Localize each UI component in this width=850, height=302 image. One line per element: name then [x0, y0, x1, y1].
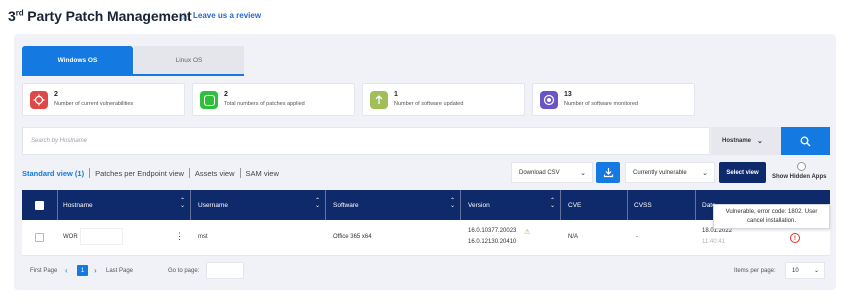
card-label: Total numbers of patches applied	[224, 101, 305, 107]
sort-icon[interactable]: ⌃ ⌄	[550, 198, 555, 209]
tab-underline	[22, 74, 244, 76]
download-button[interactable]	[596, 162, 620, 183]
column-divider	[695, 190, 696, 220]
column-header-software[interactable]: Software	[333, 190, 359, 220]
chevron-down-icon: ⌄	[580, 169, 586, 177]
cell-cvss: -	[636, 234, 638, 240]
column-divider	[190, 190, 191, 220]
card-software-updated: 1 Number of software updated	[362, 83, 525, 116]
row-checkbox[interactable]	[35, 233, 44, 242]
chevron-down-icon: ⌄	[702, 169, 708, 177]
search-button[interactable]	[781, 127, 830, 155]
items-per-page-select[interactable]: 10 ⌄	[785, 262, 825, 279]
sort-icon[interactable]: ⌃ ⌄	[180, 198, 185, 209]
cell-hostname[interactable]: WOR	[63, 234, 78, 240]
pagination-bar: First Page ‹ 1 › Last Page Go to page: I…	[22, 257, 830, 284]
card-software-monitored: 13 Number of software monitored	[532, 83, 695, 116]
column-divider	[325, 190, 326, 220]
hostname-filter-dropdown[interactable]: Hostname ⌄	[711, 127, 781, 155]
table-header: Hostname ⌃ ⌄ Username ⌃ ⌄ Software ⌃ ⌄ Vers…	[22, 190, 830, 220]
cell-username: mst	[198, 234, 208, 240]
show-hidden-apps-label: Show Hidden Apps	[772, 174, 827, 180]
crosshair-icon	[30, 91, 48, 109]
tab-linux-os[interactable]: Linux OS	[134, 46, 244, 74]
card-count: 2	[224, 91, 228, 98]
redacted-hostname	[80, 228, 123, 245]
column-divider	[460, 190, 461, 220]
hostname-filter-label: Hostname	[722, 138, 752, 144]
sort-icon[interactable]: ⌃ ⌄	[450, 198, 455, 209]
card-count: 1	[394, 91, 398, 98]
leave-review-link[interactable]: Leave us a review	[193, 11, 261, 20]
tab-windows-os[interactable]: Windows OS	[22, 46, 133, 74]
column-header-hostname[interactable]: Hostname	[63, 190, 93, 220]
cell-version-latest: 16.0.12130.20410	[468, 239, 517, 245]
warning-icon[interactable]: ⚠	[524, 228, 530, 236]
vulnerability-filter-label: Currently vulnerable	[633, 169, 687, 176]
chevron-left-icon[interactable]: ‹	[65, 266, 68, 275]
cell-cve: N/A	[568, 234, 579, 240]
cell-software: Office 365 x64	[333, 234, 372, 240]
card-count: 13	[564, 91, 572, 98]
tooltip-line: cancel installation.	[746, 218, 797, 224]
more-options-icon[interactable]: ⋮	[175, 232, 184, 241]
upload-arrow-icon	[370, 91, 388, 109]
first-page-link[interactable]: First Page	[30, 268, 57, 274]
chevron-down-icon: ⌄	[757, 138, 763, 145]
show-hidden-apps-radio[interactable]	[797, 162, 806, 171]
download-icon	[603, 168, 613, 178]
table-row[interactable]: WOR ⋮ mst Office 365 x64 16.0.10377.2002…	[22, 220, 830, 256]
divider	[239, 168, 241, 178]
chevron-right-icon[interactable]: ›	[94, 266, 97, 275]
last-page-link[interactable]: Last Page	[106, 268, 133, 274]
star-icon[interactable]: ☆	[180, 10, 190, 23]
column-divider	[560, 190, 561, 220]
divider	[188, 168, 190, 178]
error-status-icon[interactable]: !	[790, 233, 800, 243]
view-switcher: Standard view (1) Patches per Endpoint v…	[22, 168, 279, 178]
go-to-page-input[interactable]	[206, 262, 244, 279]
error-tooltip: Vulnerable, error code: 1802. User cance…	[713, 204, 830, 229]
column-header-username[interactable]: Username	[198, 190, 228, 220]
download-csv-label: Download CSV	[519, 169, 560, 176]
column-divider	[57, 190, 58, 220]
items-per-page-label: Items per page:	[734, 268, 776, 274]
card-count: 2	[54, 91, 58, 98]
cell-time: 11:40:41	[702, 239, 725, 245]
view-assets[interactable]: Assets view	[195, 169, 235, 178]
patch-icon	[200, 91, 218, 109]
column-header-cve[interactable]: CVE	[568, 190, 581, 220]
current-page-button[interactable]: 1	[77, 265, 88, 276]
column-divider	[627, 190, 628, 220]
go-to-page-label: Go to page:	[168, 268, 200, 274]
card-label: Number of software updated	[394, 101, 464, 107]
view-standard[interactable]: Standard view (1)	[22, 169, 84, 178]
search-input[interactable]: Search by Hostname	[22, 127, 710, 155]
column-header-cvss[interactable]: CVSS	[634, 190, 652, 220]
card-patches-applied: 2 Total numbers of patches applied	[192, 83, 355, 116]
page-title: 3rd Party Patch Management	[8, 8, 192, 24]
select-view-button[interactable]: Select view	[719, 162, 766, 183]
search-icon	[800, 136, 811, 146]
card-current-vulnerabilities: 2 Number of current vulnerabilities	[22, 83, 185, 116]
sort-icon[interactable]: ⌃ ⌄	[315, 198, 320, 209]
tooltip-line: Vulnerable, error code: 1802. User	[725, 209, 818, 215]
view-patches-per-endpoint[interactable]: Patches per Endpoint view	[95, 169, 184, 178]
cell-version-current: 16.0.10377.20023	[468, 228, 517, 234]
monitor-icon	[540, 91, 558, 109]
search-placeholder: Search by Hostname	[31, 138, 88, 144]
vulnerability-filter-dropdown[interactable]: Currently vulnerable ⌄	[625, 162, 715, 183]
chevron-down-icon: ⌄	[813, 268, 819, 274]
card-label: Number of software monitored	[564, 101, 638, 107]
view-sam[interactable]: SAM view	[246, 169, 279, 178]
select-all-checkbox[interactable]	[35, 201, 44, 210]
divider	[89, 168, 91, 178]
card-label: Number of current vulnerabilities	[54, 101, 134, 107]
items-per-page-value: 10	[792, 267, 799, 274]
download-csv-dropdown[interactable]: Download CSV ⌄	[511, 162, 593, 183]
column-header-version[interactable]: Version	[468, 190, 490, 220]
